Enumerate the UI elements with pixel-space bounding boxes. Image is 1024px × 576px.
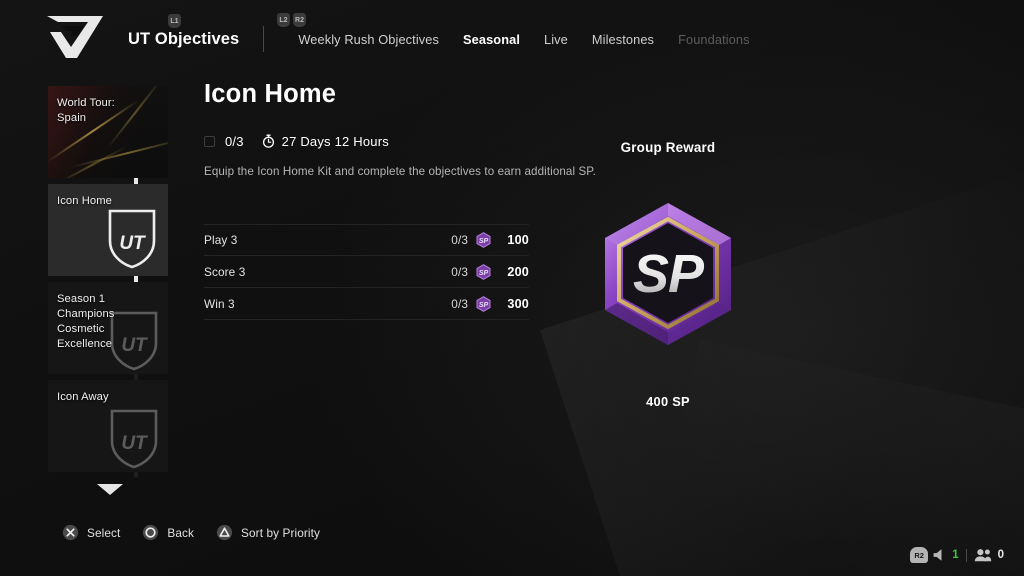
objective-reward-value: 100: [507, 233, 529, 247]
objectives-list: Play 3 0/3 SP 100 Score 3 0/3 SP 200 Win…: [204, 224, 529, 320]
sp-hexagon-large-icon: SP: [605, 203, 731, 345]
action-select[interactable]: Select: [62, 524, 120, 541]
group-progress: 0/3: [225, 133, 244, 149]
objective-row[interactable]: Win 3 0/3 SP 300: [204, 288, 529, 320]
sp-hex-icon: SP: [476, 295, 491, 312]
chevron-down-icon[interactable]: [95, 482, 125, 496]
tab-weekly-rush-objectives[interactable]: Weekly Rush Objectives: [286, 32, 451, 47]
sidebar-item-world-tour-spain[interactable]: World Tour: Spain: [48, 86, 168, 178]
action-label: Select: [87, 525, 121, 540]
tab-seasonal[interactable]: Seasonal: [451, 32, 532, 47]
sidebar-item-icon-home[interactable]: Icon Home UT: [48, 184, 168, 276]
tab-foundations: Foundations: [678, 31, 750, 47]
svg-text:UT: UT: [121, 335, 148, 356]
tab-milestones[interactable]: Milestones: [580, 32, 666, 47]
svg-text:UT: UT: [121, 433, 148, 454]
ut-shield-icon: UT: [110, 311, 158, 371]
objective-progress: 0/3: [451, 296, 468, 311]
ea-fc-logo-icon: [47, 16, 103, 58]
action-back[interactable]: Back: [142, 524, 194, 541]
group-reward-amount: 400 SP: [646, 394, 690, 409]
svg-text:UT: UT: [119, 233, 146, 254]
footer-actions: Select Back Sort by Priority: [62, 524, 342, 541]
people-icon: [974, 549, 991, 562]
cross-button-icon: [62, 524, 79, 541]
speaker-icon: [933, 549, 942, 561]
action-sort-by-priority[interactable]: Sort by Priority: [216, 524, 320, 541]
ut-shield-icon: UT: [110, 409, 158, 469]
sidebar-item-label: Icon Home: [57, 195, 112, 207]
header-bar: UT Objectives Weekly Rush Objectives Sea…: [0, 0, 1024, 74]
objective-name: Play 3: [204, 233, 238, 247]
action-label: Sort by Priority: [241, 525, 320, 540]
objective-group-sidebar[interactable]: World Tour: Spain Icon Home UT Season 1 …: [48, 86, 168, 478]
status-bar: R2 1 0: [910, 547, 1004, 563]
sp-hex-icon: SP: [476, 263, 491, 280]
svg-text:SP: SP: [479, 270, 489, 277]
title-divider: [263, 26, 265, 52]
expiry-timer: 27 Days 12 Hours: [281, 133, 389, 149]
objective-progress: 0/3: [451, 233, 468, 247]
circle-button-icon: [143, 524, 159, 541]
objective-name: Score 3: [204, 264, 246, 279]
r2-trigger-icon: R2: [910, 547, 929, 563]
bumper-hint-r2-icon: R2: [293, 13, 306, 27]
sidebar-item-icon-away[interactable]: Icon Away UT: [48, 380, 168, 472]
action-label: Back: [167, 525, 195, 540]
status-divider: [965, 548, 967, 562]
objective-name: Win 3: [204, 296, 235, 311]
objective-reward-value: 300: [507, 296, 529, 311]
objective-row[interactable]: Play 3 0/3 SP 100: [204, 224, 529, 256]
objective-detail-panel: Icon Home 0/3 27 Days 12 Hours Equip the…: [204, 80, 596, 320]
bumper-hint-l2-icon: L2: [277, 13, 290, 27]
svg-text:SP: SP: [479, 238, 489, 245]
friends-online-count: 0: [997, 549, 1004, 561]
tab-live[interactable]: Live: [532, 32, 580, 47]
app-title: UT Objectives: [128, 29, 240, 48]
svg-text:SP: SP: [633, 244, 705, 304]
objective-meta-row: 0/3 27 Days 12 Hours: [204, 132, 596, 150]
stopwatch-icon: [262, 134, 274, 148]
sidebar-item-label: Season 1 Champions Cosmetic Excellence: [57, 293, 115, 350]
objective-row[interactable]: Score 3 0/3 SP 200: [204, 256, 529, 288]
objective-progress: 0/3: [451, 264, 468, 279]
bumper-hint-l1-icon: L1: [168, 14, 181, 28]
objective-reward-value: 200: [507, 264, 529, 279]
sidebar-item-label: Icon Away: [57, 391, 109, 403]
main-nav: Weekly Rush Objectives Seasonal Live Mil…: [286, 32, 761, 47]
page-title: Icon Home: [204, 80, 337, 108]
group-reward-title: Group Reward: [620, 140, 716, 155]
group-reward-panel: Group Reward SP 400 SP: [560, 140, 776, 409]
ut-shield-icon: UT: [108, 209, 156, 269]
svg-text:SP: SP: [479, 302, 489, 309]
volume-level: 1: [952, 549, 959, 561]
completion-checkbox-icon: [204, 135, 215, 147]
triangle-button-icon: [216, 524, 233, 541]
objective-description: Equip the Icon Home Kit and complete the…: [204, 165, 596, 178]
sidebar-item-season-1-champions-cosmetic-excellence[interactable]: Season 1 Champions Cosmetic Excellence U…: [48, 282, 168, 374]
ut-objectives-screen: UT Objectives Weekly Rush Objectives Sea…: [0, 0, 1024, 576]
sp-hex-icon: SP: [476, 232, 491, 248]
sidebar-item-label: World Tour: Spain: [57, 97, 115, 124]
